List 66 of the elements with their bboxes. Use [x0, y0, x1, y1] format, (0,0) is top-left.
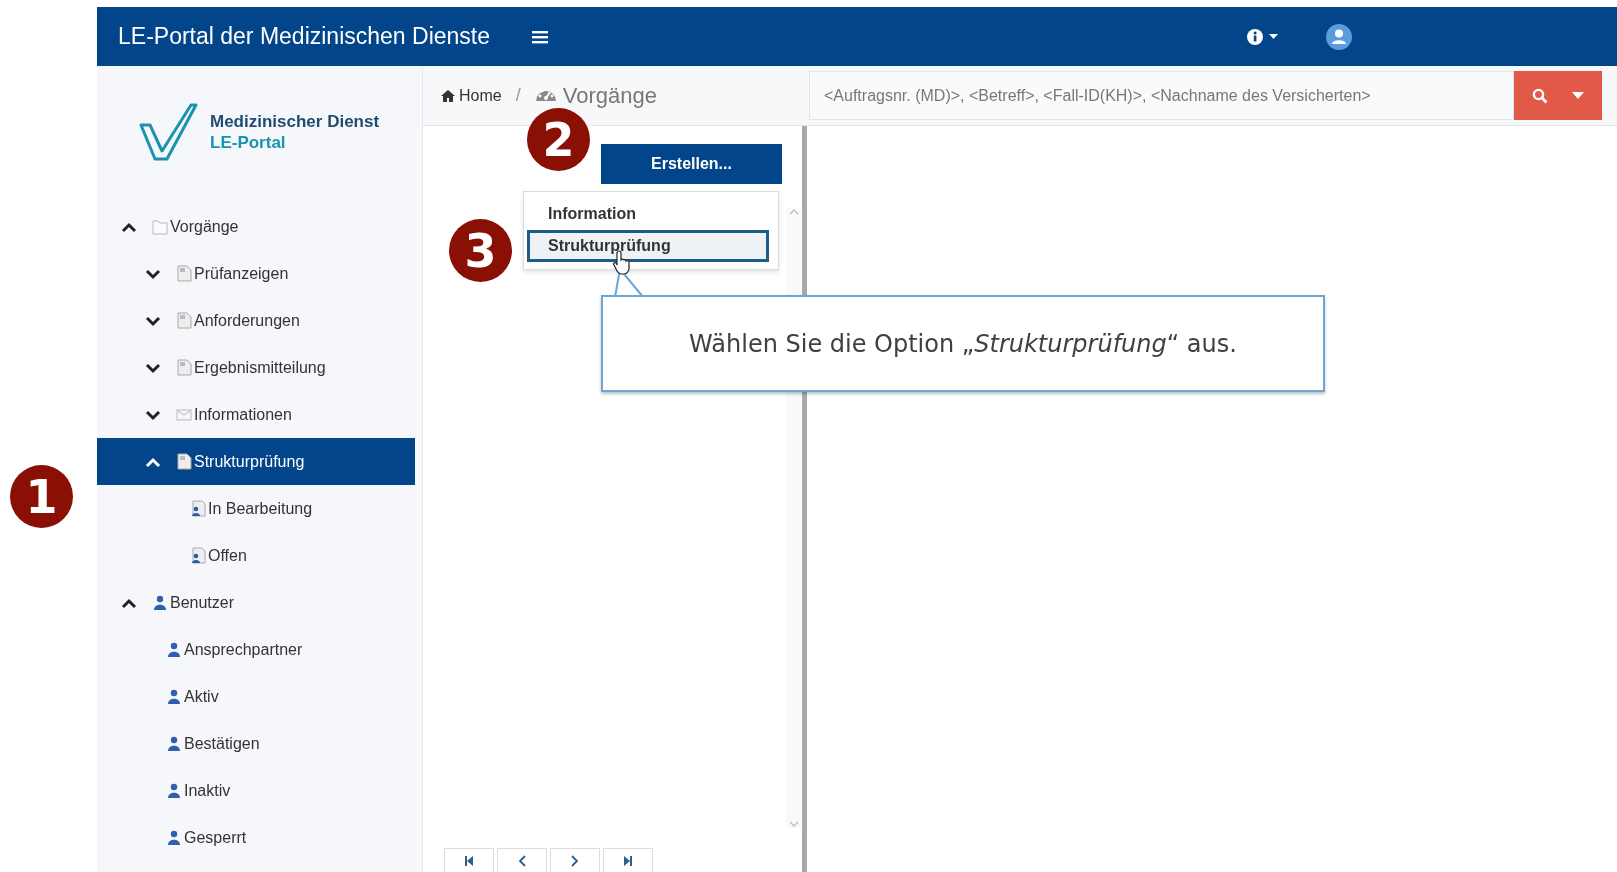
document-icon [176, 265, 192, 282]
user-icon [166, 782, 182, 799]
tree-item[interactable]: Benutzer [97, 579, 415, 626]
previous-page-button[interactable] [497, 848, 547, 872]
step-badge: 3 [449, 219, 512, 282]
user-avatar-icon[interactable] [1326, 23, 1352, 50]
first-page-icon [464, 855, 474, 866]
search-button[interactable] [1514, 71, 1602, 120]
app-title: LE-Portal der Medizinischen Dienste [118, 23, 490, 50]
chevron-down-icon [145, 408, 161, 421]
tree-item[interactable]: Prüfanzeigen [97, 250, 415, 297]
next-page-button[interactable] [550, 848, 600, 872]
menu-item[interactable]: Strukturprüfung [527, 230, 769, 262]
chevron-left-icon [518, 854, 526, 867]
chevron-down-icon [145, 361, 161, 374]
tree-item[interactable]: Gesperrt [97, 814, 415, 861]
tree-item[interactable]: Bestätigen [97, 720, 415, 767]
caret-icon [1572, 92, 1584, 99]
chevron-right-icon [571, 854, 579, 867]
user-icon [166, 735, 182, 752]
create-button[interactable]: Erstellen... [601, 144, 782, 184]
breadcrumb-separator: / [515, 85, 521, 106]
step-badge: 1 [10, 465, 73, 528]
user-icon [166, 829, 182, 846]
document-icon [176, 312, 192, 329]
tree-item[interactable]: Inaktiv [97, 767, 415, 814]
user-icon [166, 641, 182, 658]
user-icon [152, 594, 168, 611]
caret-icon [1269, 34, 1278, 39]
logo-text: Medizinischer Dienst [210, 111, 380, 132]
envelope-icon [176, 406, 192, 423]
folder-icon [152, 218, 168, 235]
chevron-down-icon [145, 314, 161, 327]
gauge-icon [534, 89, 557, 102]
tree-item[interactable]: Aktiv [97, 673, 415, 720]
user-icon [166, 688, 182, 705]
callout-text: Wählen Sie die Option „Strukturprüfung“ aus. [689, 329, 1237, 358]
tree-item[interactable]: In Bearbeitung [97, 485, 415, 532]
tree-item[interactable]: Anforderungen [97, 297, 415, 344]
chevron-up-icon [121, 596, 137, 609]
first-page-button[interactable] [444, 848, 494, 872]
chevron-down-icon [145, 267, 161, 280]
breadcrumb-link[interactable]: Home [441, 86, 502, 105]
user-document-icon [190, 547, 206, 564]
user-document-icon [190, 500, 206, 517]
tree-item[interactable]: Strukturprüfung [97, 438, 415, 485]
tree-item[interactable]: Ergebnismitteilung [97, 344, 415, 391]
last-page-button[interactable] [603, 848, 653, 872]
last-page-icon [623, 855, 633, 866]
search-icon [1532, 87, 1548, 104]
breadcrumb-current: Vorgänge [534, 82, 657, 109]
tree-item[interactable]: Ansprechpartner [97, 626, 415, 673]
document-icon [176, 453, 192, 470]
search-field[interactable]: <Auftragsnr. (MD)>, <Betreff>, <Fall-ID(KH)>, <Nachname des Versicherten> [809, 71, 1514, 120]
logo-subtitle: LE-Portal [210, 132, 287, 153]
tree-item[interactable]: Informationen [97, 391, 415, 438]
tree-item[interactable]: Vorgänge [97, 203, 415, 250]
chevron-up-icon [145, 455, 161, 468]
info-dropdown-button[interactable] [1246, 27, 1278, 46]
menu-item[interactable]: Information [527, 198, 769, 230]
home-icon [441, 89, 455, 102]
step-badge: 2 [527, 108, 590, 171]
info-icon [1246, 27, 1264, 46]
chevron-up-icon [121, 220, 137, 233]
document-icon [176, 359, 192, 376]
tree-item[interactable]: Offen [97, 532, 415, 579]
